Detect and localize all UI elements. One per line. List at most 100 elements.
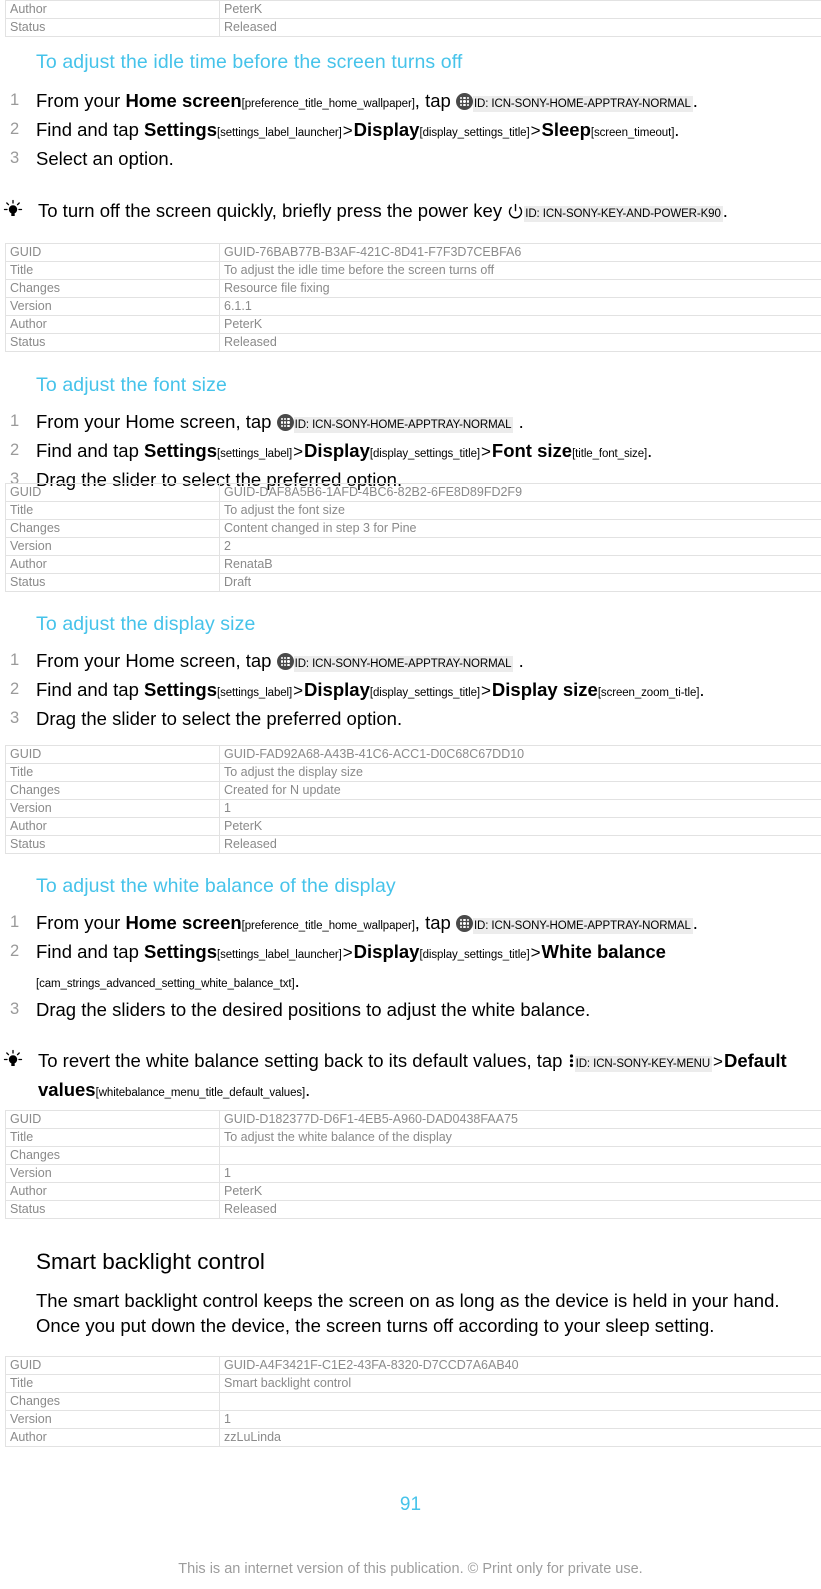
metadata-key: Status [5,333,220,352]
ui-term: Display [304,679,370,700]
steps-list-display-size: From your Home screen, tap ID: ICN-SONY-… [0,648,821,731]
separator: > [342,121,353,140]
metadata-value: GUID-DAF8A5B6-1AFD-4BC6-82B2-6FE8D89FD2F… [219,483,821,502]
tip-text: . [305,1079,311,1100]
table-row: Author zzLuLinda [5,1428,821,1447]
metadata-table-body: GUID GUID-DAF8A5B6-1AFD-4BC6-82B2-6FE8D89… [5,483,821,592]
metadata-key: Author [5,315,220,334]
metadata-value [219,1146,821,1165]
table-row: Status Released [5,18,821,37]
step-item: From your Home screen, tap ID: ICN-SONY-… [0,409,821,438]
metadata-key: Status [5,18,220,37]
metadata-table-body: Author PeterK Status Released [5,0,821,37]
resource-id: [screen_zoom_ti-tle] [597,687,700,699]
resource-id: [settings_label] [216,448,293,460]
table-row: Changes Created for N update [5,781,821,800]
metadata-value: To adjust the white balance of the displ… [219,1128,821,1147]
ui-term: Display [353,119,420,140]
metadata-value: To adjust the idle time before the scree… [219,261,821,280]
table-row: GUID GUID-D182377D-D6F1-4EB5-A960-DAD0438… [5,1110,821,1129]
resource-id: [display_settings_title] [369,448,480,460]
metadata-value: 1 [219,1410,821,1429]
table-row: Author RenataB [5,555,821,574]
metadata-value: Released [219,333,821,352]
ui-term: Settings [144,679,217,700]
metadata-key: Changes [5,519,220,538]
step-text: , tap [414,912,456,933]
top-metadata-table-block: Author PeterK Status Released [0,0,821,37]
step-text: Select an option. [36,148,174,169]
ui-term: Display [304,440,370,461]
resource-id-chip: ID: ICN-SONY-HOME-APPTRAY-NORMAL [293,656,514,672]
metadata-key: Version [5,1164,220,1183]
step-text: . [692,912,698,933]
metadata-value [219,1392,821,1411]
tip-text: To revert the white balance setting back… [38,1050,568,1071]
power-key-icon [507,203,524,224]
step-text: . [674,119,680,140]
steps-list-idle-time: From your Home screen[preference_title_h… [0,88,821,171]
resource-id: [settings_label] [216,687,293,699]
metadata-key: GUID [5,1356,220,1375]
table-row: Author PeterK [5,1182,821,1201]
table-row: Status Draft [5,573,821,592]
step-text: Find and tap [36,440,144,461]
metadata-key: Title [5,763,220,782]
resource-id: [screen_timeout] [590,127,675,139]
tip-text: . [722,200,728,221]
metadata-key: Version [5,799,220,818]
table-row: Title Smart backlight control [5,1374,821,1393]
metadata-table: GUID GUID-76BAB77B-B3AF-421C-8D41-F7F3D7C… [5,243,821,352]
metadata-value: Smart backlight control [219,1374,821,1393]
table-row: Changes Resource file fixing [5,279,821,298]
metadata-value: Content changed in step 3 for Pine [219,519,821,538]
apptray-icon [455,915,473,932]
metadata-value: Resource file fixing [219,279,821,298]
table-row: Title To adjust the font size [5,501,821,520]
metadata-table-block-font-size: GUID GUID-DAF8A5B6-1AFD-4BC6-82B2-6FE8D89… [0,483,821,592]
step-item: Find and tap Settings[settings_label_lau… [0,117,821,146]
step-text: From your [36,90,126,111]
metadata-table-body: GUID GUID-A4F3421F-C1E2-43FA-8320-D7CCD7A… [5,1356,821,1447]
metadata-key: GUID [5,483,220,502]
table-row: Version 1 [5,1164,821,1183]
metadata-value: Released [219,1200,821,1219]
metadata-table-block-display-size: GUID GUID-FAD92A68-A43B-41C6-ACC1-D0C68C6… [0,745,821,854]
metadata-table-block-idle-time: GUID GUID-76BAB77B-B3AF-421C-8D41-F7F3D7C… [0,243,821,352]
step-item: Drag the sliders to the desired position… [0,997,821,1022]
metadata-key: Author [5,1428,220,1447]
resource-id: [title_font_size] [572,448,648,460]
metadata-value: To adjust the font size [219,501,821,520]
step-item: Drag the slider to select the preferred … [0,706,821,731]
metadata-key: Status [5,573,220,592]
metadata-table-body: GUID GUID-FAD92A68-A43B-41C6-ACC1-D0C68C6… [5,745,821,854]
step-text: From your Home screen, tap [36,650,277,671]
table-row: Version 6.1.1 [5,297,821,316]
main-heading-smart-backlight: Smart backlight control [36,1249,265,1274]
resource-id-chip: ID: ICN-SONY-HOME-APPTRAY-NORMAL [293,417,514,433]
metadata-value: Draft [219,573,821,592]
ui-term: Settings [144,440,217,461]
apptray-icon [276,414,294,431]
metadata-value: Released [219,18,821,37]
metadata-value: 1 [219,1164,821,1183]
step-text: . [518,411,524,432]
separator: > [530,943,541,962]
metadata-value: zzLuLinda [219,1428,821,1447]
metadata-key: Title [5,501,220,520]
tip-block-power-key: To turn off the screen quickly, briefly … [0,198,821,227]
resource-id: [settings_label_launcher] [216,127,342,139]
metadata-value: GUID-A4F3421F-C1E2-43FA-8320-D7CCD7A6AB4… [219,1356,821,1375]
metadata-key: Title [5,261,220,280]
lightbulb-icon [2,1049,24,1077]
smart-backlight-paragraph: The smart backlight control keeps the sc… [36,1290,780,1336]
metadata-value: 1 [219,799,821,818]
apptray-icon [276,653,294,670]
table-row: Version 1 [5,799,821,818]
metadata-value: GUID-D182377D-D6F1-4EB5-A960-DAD0438FAA7… [219,1110,821,1129]
metadata-key: Version [5,537,220,556]
metadata-key: Author [5,817,220,836]
table-row: Title To adjust the idle time before the … [5,261,821,280]
tip-text: To turn off the screen quickly, briefly … [38,200,508,221]
separator: > [293,681,304,700]
